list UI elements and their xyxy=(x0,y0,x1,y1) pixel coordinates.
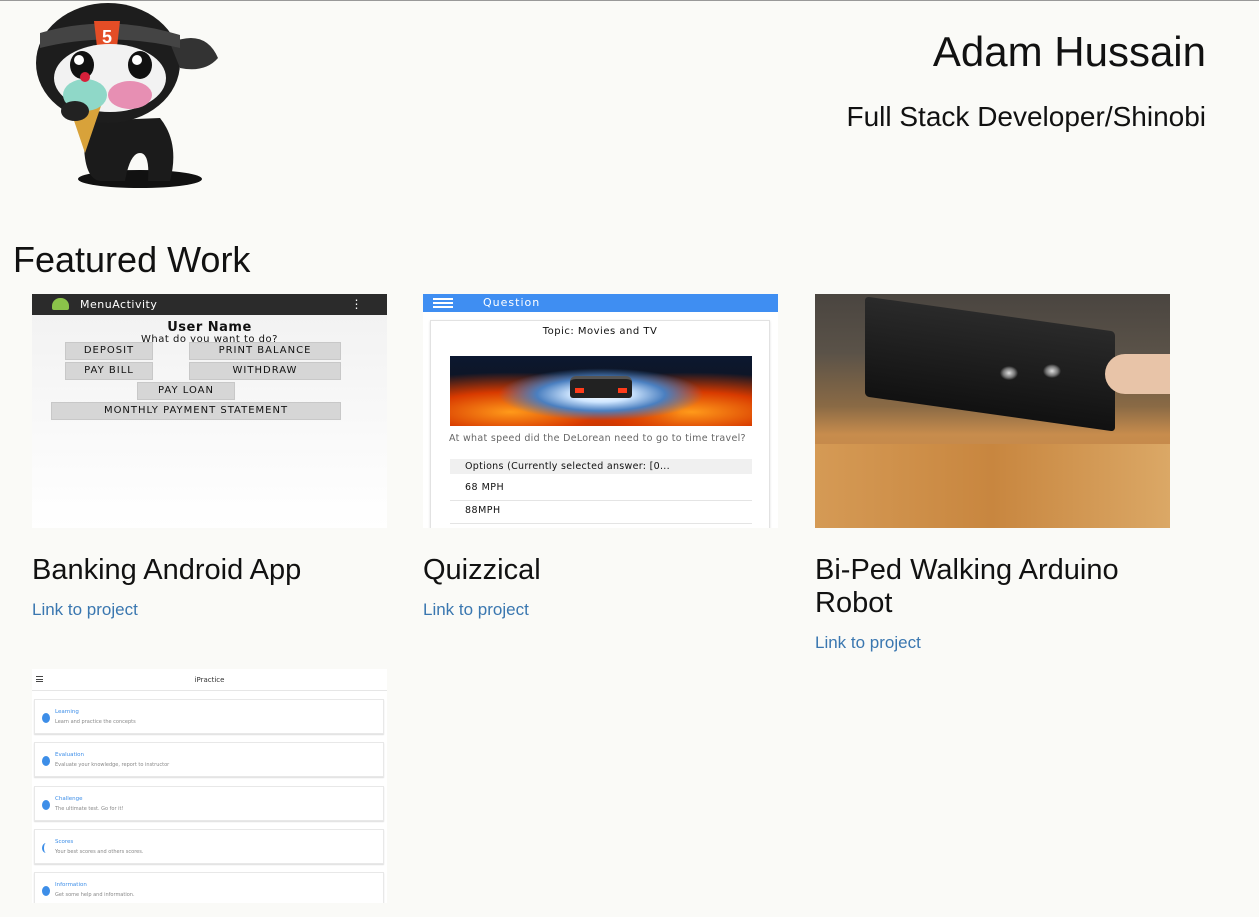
list-item: Challenge The ultimate test. Go for it! xyxy=(34,786,384,821)
question-panel: Topic: Movies and TV At what speed did t… xyxy=(430,320,770,528)
ipractice-app-screenshot[interactable]: iPractice Learning Learn and practice th… xyxy=(32,669,387,903)
app-bar-title: Question xyxy=(483,296,541,309)
svg-text:5: 5 xyxy=(102,27,112,47)
list-item: Information Get some help and informatio… xyxy=(34,872,384,903)
robot-body xyxy=(865,296,1115,432)
robot-photo[interactable] xyxy=(815,294,1170,528)
deposit-button: DEPOSIT xyxy=(65,342,153,360)
monthly-statement-button: MONTHLY PAYMENT STATEMENT xyxy=(51,402,341,420)
list-item-subtitle: Evaluate your knowledge, report to instr… xyxy=(55,762,170,768)
option-item: 68 MPH xyxy=(450,478,752,501)
topic-label: Topic: Movies and TV xyxy=(542,326,658,337)
quizzical-app-screenshot[interactable]: Question Topic: Movies and TV At what sp… xyxy=(423,294,778,528)
pay-loan-button: PAY LOAN xyxy=(137,382,235,400)
ultrasonic-sensor xyxy=(1000,366,1018,380)
project-title: Bi-Ped Walking Arduino Robot xyxy=(815,554,1119,619)
project-link[interactable]: Link to project xyxy=(815,633,1170,653)
list-item-title: Challenge xyxy=(55,796,83,802)
hand xyxy=(1105,354,1170,394)
project-card-ipractice: iPractice Learning Learn and practice th… xyxy=(32,669,387,903)
page-title: Adam Hussain xyxy=(932,28,1206,75)
list-item: Learning Learn and practice the concepts xyxy=(34,699,384,734)
learning-icon xyxy=(42,713,50,723)
list-item-subtitle: The ultimate test. Go for it! xyxy=(55,806,124,812)
user-name-label: User Name xyxy=(167,320,252,335)
scores-icon xyxy=(42,843,50,853)
pay-bill-button: PAY BILL xyxy=(65,362,153,380)
evaluation-icon xyxy=(42,756,50,766)
question-text: At what speed did the DeLorean need to g… xyxy=(449,433,746,444)
job-title: Full Stack Developer/Shinobi xyxy=(846,101,1206,132)
project-link[interactable]: Link to project xyxy=(423,600,778,620)
delorean-image xyxy=(450,356,752,426)
list-item: Evaluation Evaluate your knowledge, repo… xyxy=(34,742,384,777)
print-balance-button: PRINT BALANCE xyxy=(189,342,341,360)
option-item: 88MPH xyxy=(450,501,752,524)
overflow-menu-icon: ⋮ xyxy=(350,297,363,311)
app-bar-title: MenuActivity xyxy=(80,298,158,311)
ninja-logo-icon: 5 xyxy=(30,3,225,193)
project-link[interactable]: Link to project xyxy=(32,600,387,620)
list-item-subtitle: Learn and practice the concepts xyxy=(55,719,136,725)
banking-app-screenshot[interactable]: MenuActivity ⋮ User Name What do you wan… xyxy=(32,294,387,528)
app-bar: Question xyxy=(423,294,778,312)
challenge-icon xyxy=(42,800,50,810)
project-title: Banking Android App xyxy=(32,554,302,586)
list-item-title: Scores xyxy=(55,839,74,845)
featured-work-heading: Featured Work xyxy=(13,239,251,280)
list-item-subtitle: Your best scores and others scores. xyxy=(55,849,144,855)
wooden-table xyxy=(815,444,1170,528)
project-card-banking: MenuActivity ⋮ User Name What do you wan… xyxy=(32,294,387,620)
app-bar: iPractice xyxy=(32,669,387,691)
app-bar-title: iPractice xyxy=(194,676,225,684)
android-icon xyxy=(52,298,69,310)
hamburger-menu-icon xyxy=(433,298,453,308)
ultrasonic-sensor xyxy=(1043,364,1061,378)
project-title: Quizzical xyxy=(423,554,541,586)
information-icon xyxy=(42,886,50,896)
list-item-subtitle: Get some help and information. xyxy=(55,892,135,898)
project-card-robot: Bi-Ped Walking Arduino Robot Link to pro… xyxy=(815,294,1170,653)
project-card-quizzical: Question Topic: Movies and TV At what sp… xyxy=(423,294,778,620)
hamburger-menu-icon xyxy=(36,676,43,682)
list-item-title: Information xyxy=(55,882,87,888)
list-item: Scores Your best scores and others score… xyxy=(34,829,384,864)
list-item-title: Evaluation xyxy=(55,752,85,758)
withdraw-button: WITHDRAW xyxy=(189,362,341,380)
options-header: Options (Currently selected answer: [0..… xyxy=(450,459,752,474)
list-item-title: Learning xyxy=(55,709,79,715)
app-bar: MenuActivity ⋮ xyxy=(32,294,387,315)
